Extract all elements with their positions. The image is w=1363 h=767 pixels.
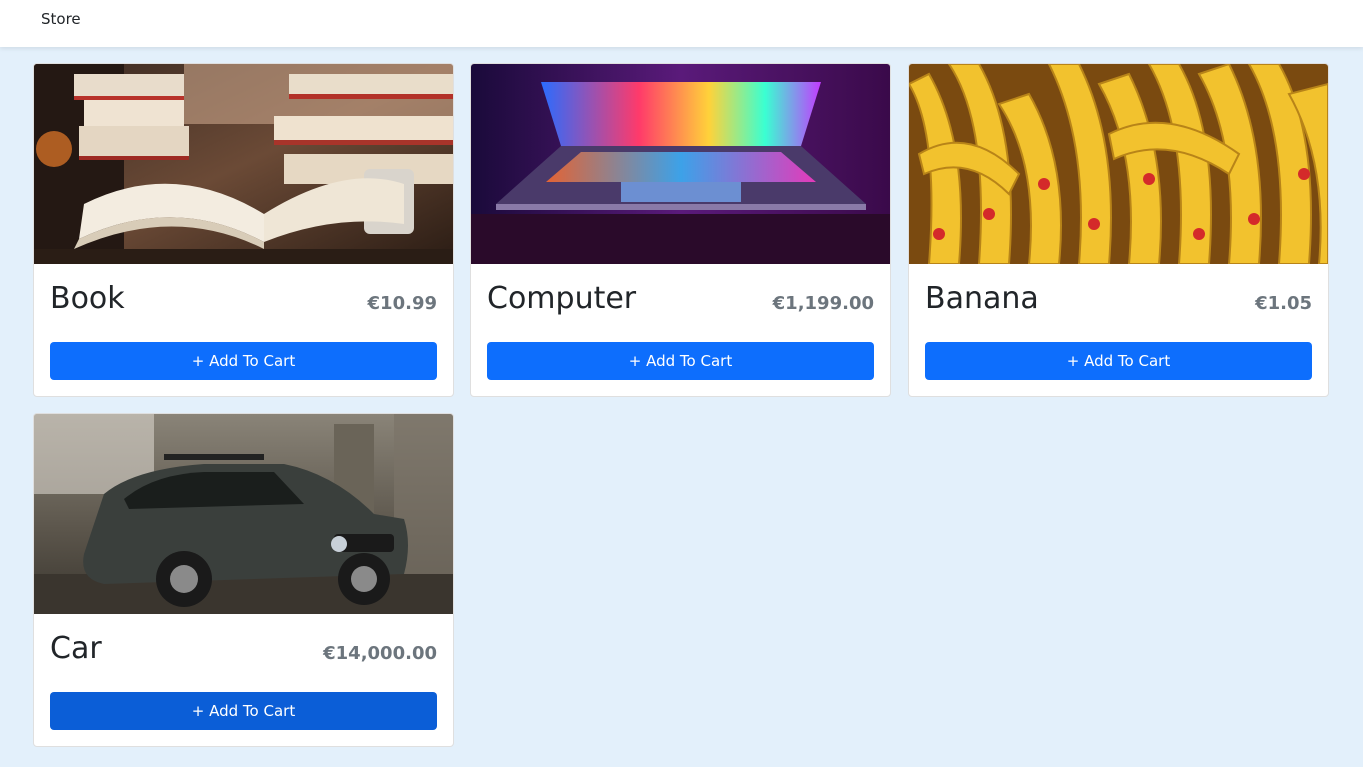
product-card-car: Car €14,000.00 + Add To Cart — [33, 413, 454, 747]
product-price: €10.99 — [367, 293, 437, 314]
product-title: Banana — [925, 281, 1039, 316]
banana-image — [909, 64, 1328, 264]
product-title: Computer — [487, 281, 637, 316]
navbar: Store — [0, 0, 1363, 47]
add-to-cart-button[interactable]: + Add To Cart — [50, 342, 437, 380]
product-price: €1.05 — [1255, 293, 1312, 314]
product-price: €14,000.00 — [323, 643, 437, 664]
product-price: €1,199.00 — [772, 293, 874, 314]
car-image — [34, 414, 453, 614]
product-card-computer: Computer €1,199.00 + Add To Cart — [470, 63, 891, 397]
add-to-cart-button[interactable]: + Add To Cart — [50, 692, 437, 730]
add-to-cart-button[interactable]: + Add To Cart — [487, 342, 874, 380]
add-to-cart-button[interactable]: + Add To Cart — [925, 342, 1312, 380]
product-card-book: Book €10.99 + Add To Cart — [33, 63, 454, 397]
store-brand-link[interactable]: Store — [41, 10, 81, 28]
product-title: Book — [50, 281, 125, 316]
laptop-image — [471, 64, 890, 264]
product-card-banana: Banana €1.05 + Add To Cart — [908, 63, 1329, 397]
book-image — [34, 64, 453, 264]
product-title: Car — [50, 631, 102, 666]
